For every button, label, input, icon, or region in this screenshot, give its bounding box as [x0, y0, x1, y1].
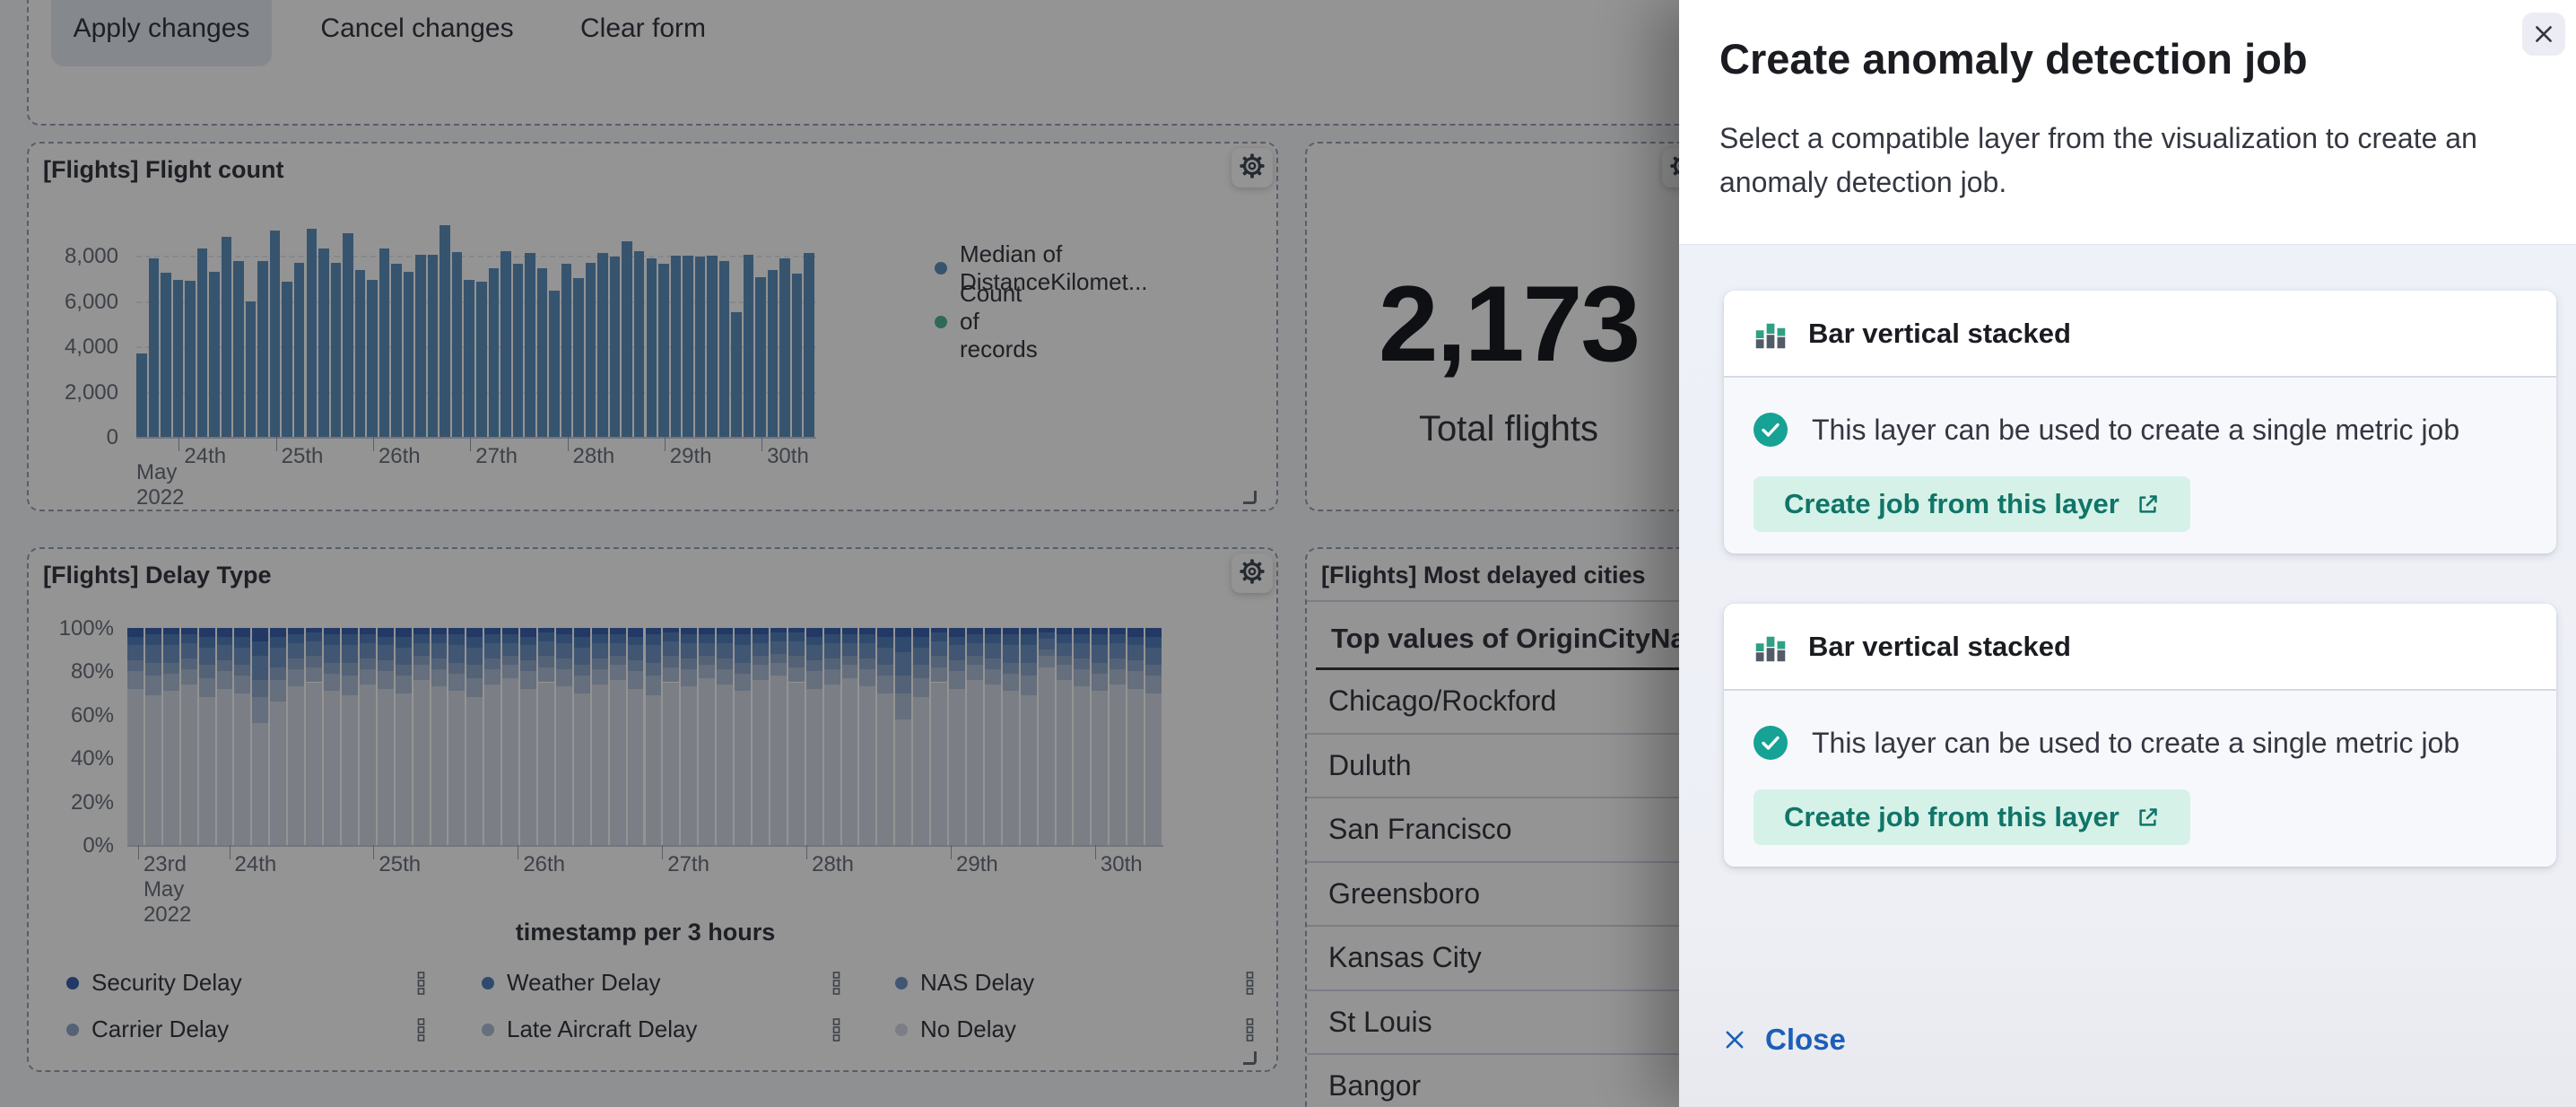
flyout-footer-close-button[interactable]: Close: [1722, 1023, 1846, 1057]
bar-vertical-stacked-icon: [1753, 316, 1788, 352]
check-circle-icon: [1753, 725, 1788, 761]
layer-card-body: This layer can be used to create a singl…: [1724, 691, 2556, 867]
check-circle-icon: [1753, 412, 1788, 448]
layer-card: Bar vertical stacked This layer can be u…: [1724, 604, 2556, 867]
create-job-button-label: Create job from this layer: [1784, 801, 2119, 833]
flyout-close-label: Close: [1765, 1023, 1846, 1057]
close-icon: [2532, 22, 2555, 46]
app-root: Apply changes Cancel changes Clear form …: [0, 0, 2576, 1107]
layer-card-body: This layer can be used to create a singl…: [1724, 378, 2556, 554]
layer-card-header: Bar vertical stacked: [1724, 291, 2556, 378]
create-job-button-label: Create job from this layer: [1784, 488, 2119, 520]
create-job-button[interactable]: Create job from this layer: [1754, 789, 2190, 845]
layer-card-title: Bar vertical stacked: [1808, 631, 2071, 663]
bar-vertical-stacked-icon: [1753, 629, 1788, 665]
create-job-button[interactable]: Create job from this layer: [1754, 476, 2190, 532]
layer-status-row: This layer can be used to create a singl…: [1753, 725, 2459, 761]
create-anomaly-job-flyout: Create anomaly detection job Select a co…: [1679, 0, 2576, 1107]
external-link-icon: [2136, 492, 2160, 517]
layer-status-row: This layer can be used to create a singl…: [1753, 412, 2459, 448]
external-link-icon: [2136, 806, 2160, 830]
layer-card-title: Bar vertical stacked: [1808, 318, 2071, 350]
flyout-title: Create anomaly detection job: [1719, 34, 2308, 83]
flyout-body: Bar vertical stacked This layer can be u…: [1679, 244, 2576, 1107]
layer-status-text: This layer can be used to create a singl…: [1812, 727, 2459, 760]
overlay-mask[interactable]: [0, 0, 1679, 1107]
layer-card-header: Bar vertical stacked: [1724, 604, 2556, 691]
flyout-close-button[interactable]: [2522, 13, 2565, 56]
close-icon: [1722, 1027, 1747, 1052]
flyout-description: Select a compatible layer from the visua…: [1719, 117, 2491, 205]
layer-status-text: This layer can be used to create a singl…: [1812, 414, 2459, 447]
layer-card: Bar vertical stacked This layer can be u…: [1724, 291, 2556, 554]
